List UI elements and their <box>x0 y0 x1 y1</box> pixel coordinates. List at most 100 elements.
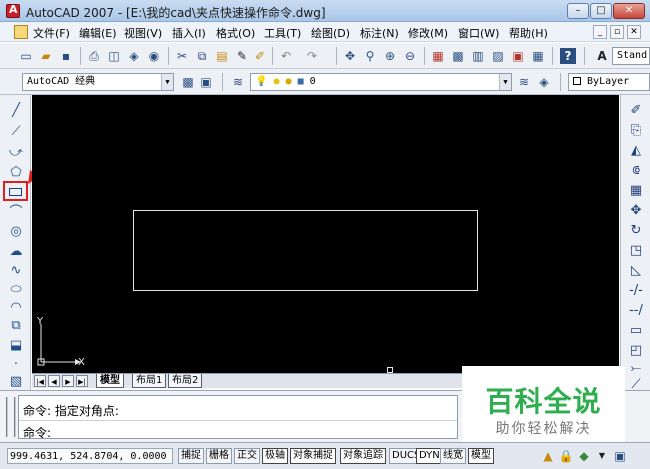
polar-toggle[interactable]: 极轴 <box>262 448 288 464</box>
grid-toggle[interactable]: 栅格 <box>206 448 232 464</box>
menu-help[interactable]: 帮助(H) <box>509 25 548 41</box>
match-properties-icon[interactable]: ✎ <box>234 48 250 64</box>
zoom-window-icon[interactable]: ⊕ <box>382 48 398 64</box>
array-icon[interactable]: ▦ <box>627 183 645 199</box>
zoom-realtime-icon[interactable]: ⚲ <box>362 48 378 64</box>
last-tab-button[interactable]: ▶| <box>76 375 88 387</box>
chamfer-icon[interactable]: ◰ <box>627 343 645 359</box>
point-icon[interactable]: · <box>8 357 24 373</box>
ellipse-icon[interactable]: ⬭ <box>8 282 24 298</box>
offset-icon[interactable]: ⟃ <box>627 163 645 179</box>
move-icon[interactable]: ✥ <box>627 203 645 219</box>
lock-toolbars-icon[interactable]: 🔒 <box>558 448 574 464</box>
ellipse-arc-icon[interactable]: ◠ <box>8 300 24 316</box>
calculator-icon[interactable]: ▦ <box>530 48 546 64</box>
layer-manager-icon[interactable]: ≋ <box>230 74 246 90</box>
save-workspace-icon[interactable]: ▣ <box>198 74 214 90</box>
make-block-icon[interactable]: ⬓ <box>8 338 24 354</box>
previous-tab-button[interactable]: ◀ <box>48 375 60 387</box>
tab-layout1[interactable]: 布局1 <box>132 374 167 388</box>
command-window-grip[interactable] <box>6 397 16 437</box>
etransmit-icon[interactable]: ◉ <box>146 48 162 64</box>
drawn-rectangle[interactable] <box>133 210 478 291</box>
paste-icon[interactable]: ▤ <box>214 48 230 64</box>
mdi-restore-button[interactable]: ▫ <box>610 25 624 39</box>
scale-icon[interactable]: ◳ <box>627 243 645 259</box>
autocad-app-icon[interactable] <box>6 3 20 18</box>
tab-model[interactable]: 模型 <box>96 374 124 388</box>
coordinate-readout[interactable]: 999.4631, 524.8704, 0.0000 <box>7 448 173 464</box>
color-combo[interactable]: ByLayer <box>568 73 650 91</box>
line-icon[interactable]: ╱ <box>8 103 24 119</box>
mdi-minimize-button[interactable]: _ <box>593 25 607 39</box>
drawing-canvas[interactable]: Y X <box>32 95 619 373</box>
block-editor-icon[interactable]: ✐ <box>252 48 268 64</box>
menu-insert[interactable]: 插入(I) <box>172 25 206 41</box>
extend-icon[interactable]: --/ <box>627 303 645 319</box>
ortho-toggle[interactable]: 正交 <box>234 448 260 464</box>
help-icon[interactable]: ? <box>560 48 576 64</box>
menu-format[interactable]: 格式(O) <box>216 25 255 41</box>
next-tab-button[interactable]: ▶ <box>62 375 74 387</box>
workspace-combo[interactable]: AutoCAD 经典 ▼ <box>22 73 174 91</box>
maximize-button[interactable]: □ <box>590 3 612 19</box>
undo-icon[interactable]: ↶ <box>278 48 294 64</box>
sheet-set-icon[interactable]: ▨ <box>490 48 506 64</box>
hatch-icon[interactable]: ▧ <box>8 374 24 390</box>
zoom-previous-icon[interactable]: ⊖ <box>402 48 418 64</box>
menu-edit[interactable]: 编辑(E) <box>79 25 117 41</box>
open-file-icon[interactable]: ▰ <box>38 48 54 64</box>
model-toggle[interactable]: 模型 <box>468 448 494 464</box>
dyn-toggle[interactable]: DYN <box>416 448 443 464</box>
erase-icon[interactable]: ✐ <box>627 103 645 119</box>
plot-preview-icon[interactable]: ◫ <box>106 48 122 64</box>
communication-center-icon[interactable]: ▲ <box>540 448 556 464</box>
publish-icon[interactable]: ◈ <box>126 48 142 64</box>
layer-previous-icon[interactable]: ◈ <box>536 74 552 90</box>
print-icon[interactable]: ⎙ <box>86 48 102 64</box>
menu-tools[interactable]: 工具(T) <box>264 25 301 41</box>
make-layer-current-icon[interactable]: ≋ <box>516 74 532 90</box>
menu-window[interactable]: 窗口(W) <box>458 25 499 41</box>
trim-icon[interactable]: -/- <box>627 283 645 299</box>
layer-combo[interactable]: 💡 ● ● ■ 0 ▼ <box>250 73 512 91</box>
revision-cloud-icon[interactable]: ☁ <box>8 244 24 260</box>
cut-icon[interactable]: ✂ <box>174 48 190 64</box>
markup-icon[interactable]: ▣ <box>510 48 526 64</box>
insert-block-icon[interactable]: ⧉ <box>8 318 24 334</box>
arc-icon[interactable]: ⌒ <box>8 205 24 221</box>
circle-icon[interactable]: ◎ <box>8 224 24 240</box>
workspace-settings-icon[interactable]: ▩ <box>180 74 196 90</box>
save-icon[interactable]: ▪ <box>58 48 74 64</box>
tray-settings-icon[interactable]: ◆ <box>576 448 592 464</box>
menu-modify[interactable]: 修改(M) <box>408 25 448 41</box>
object-tracking-toggle[interactable]: 对象追踪 <box>340 448 386 464</box>
new-file-icon[interactable]: ▭ <box>18 48 34 64</box>
object-snap-toggle[interactable]: 对象捕捉 <box>290 448 336 464</box>
mirror-icon[interactable]: ◭ <box>627 143 645 159</box>
tab-layout2[interactable]: 布局2 <box>168 374 203 388</box>
menu-view[interactable]: 视图(V) <box>124 25 162 41</box>
copy-clip-icon[interactable]: ⧉ <box>194 48 210 64</box>
text-style-icon[interactable]: A <box>594 48 610 64</box>
design-center-icon[interactable]: ▩ <box>450 48 466 64</box>
lineweight-toggle[interactable]: 线宽 <box>440 448 466 464</box>
snap-toggle[interactable]: 捕捉 <box>178 448 204 464</box>
menu-draw[interactable]: 绘图(D) <box>311 25 350 41</box>
redo-icon[interactable]: ↷ <box>304 48 320 64</box>
first-tab-button[interactable]: |◀ <box>34 375 46 387</box>
stretch-icon[interactable]: ◺ <box>627 263 645 279</box>
spline-icon[interactable]: ∿ <box>8 263 24 279</box>
clean-screen-icon[interactable]: ▣ <box>612 448 628 464</box>
close-button[interactable]: ✕ <box>613 3 645 19</box>
command-prompt[interactable]: 命令: <box>23 424 51 441</box>
menu-file[interactable]: 文件(F) <box>33 25 70 41</box>
pan-icon[interactable]: ✥ <box>342 48 358 64</box>
menu-dimension[interactable]: 标注(N) <box>360 25 399 41</box>
tool-palettes-icon[interactable]: ▥ <box>470 48 486 64</box>
properties-icon[interactable]: ▦ <box>430 48 446 64</box>
document-icon[interactable] <box>14 25 28 39</box>
command-history[interactable]: 命令: 指定对角点: 命令: <box>18 395 458 441</box>
status-menu-chevron-icon[interactable]: ▼ <box>594 448 610 464</box>
mdi-close-button[interactable]: ✕ <box>627 25 641 39</box>
